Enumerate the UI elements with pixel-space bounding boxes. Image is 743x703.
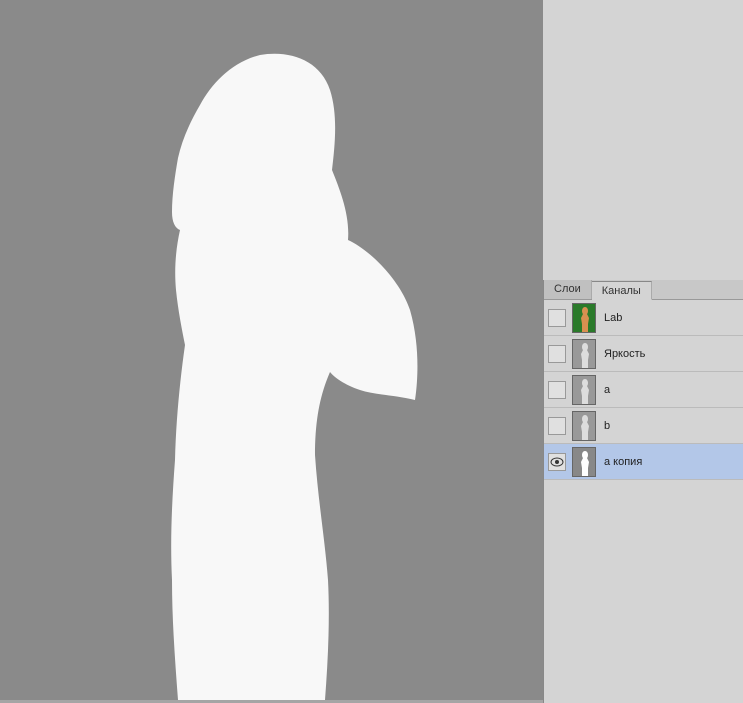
channels-panel: Слои Каналы Lab Яркость a (543, 280, 743, 703)
channel-label: a копия (604, 456, 642, 468)
channel-thumbnail (572, 303, 596, 333)
visibility-toggle[interactable] (548, 381, 566, 399)
visibility-toggle[interactable] (548, 453, 566, 471)
canvas-area[interactable] (0, 0, 543, 700)
channel-label: Яркость (604, 348, 645, 360)
channel-thumbnail (572, 339, 596, 369)
channel-row-b[interactable]: b (544, 408, 743, 444)
channel-label: b (604, 420, 610, 432)
silhouette-image (0, 0, 543, 700)
visibility-toggle[interactable] (548, 309, 566, 327)
channel-thumbnail (572, 411, 596, 441)
tab-channels[interactable]: Каналы (592, 281, 652, 300)
panel-tabs: Слои Каналы (544, 280, 743, 300)
right-empty-area (543, 0, 743, 280)
eye-icon (550, 457, 564, 467)
channel-label: a (604, 384, 610, 396)
channel-label: Lab (604, 312, 622, 324)
channel-row-a[interactable]: a (544, 372, 743, 408)
visibility-toggle[interactable] (548, 345, 566, 363)
channel-row-a-copy[interactable]: a копия (544, 444, 743, 480)
channel-thumbnail (572, 375, 596, 405)
tab-layers[interactable]: Слои (544, 280, 592, 299)
channel-list: Lab Яркость a b (544, 300, 743, 480)
channel-row-lab[interactable]: Lab (544, 300, 743, 336)
channel-row-brightness[interactable]: Яркость (544, 336, 743, 372)
visibility-toggle[interactable] (548, 417, 566, 435)
channel-thumbnail (572, 447, 596, 477)
